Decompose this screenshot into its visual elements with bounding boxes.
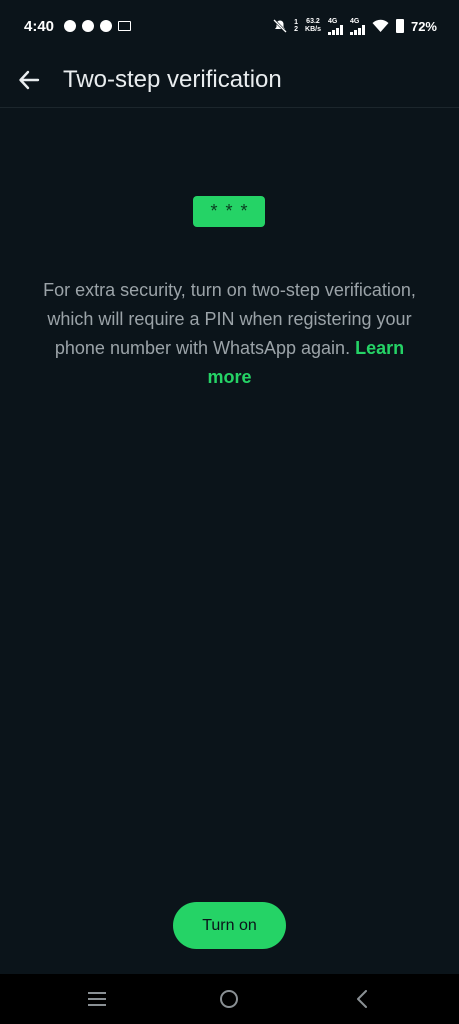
nav-home-button[interactable] xyxy=(204,974,254,1024)
wifi-icon xyxy=(372,19,389,32)
net-speed-value: 63.2 xyxy=(306,18,320,25)
call-sim-bottom: 2 xyxy=(294,26,299,33)
pin-illustration: *** xyxy=(193,196,265,227)
chat-notification-icon xyxy=(82,20,95,32)
wifi-call-indicator: 1 2 xyxy=(294,19,298,33)
nav-recents-button[interactable] xyxy=(72,974,122,1024)
sim2-signal: 4G xyxy=(349,17,365,35)
status-left: 4:40 xyxy=(24,17,132,35)
sim1-bars-icon xyxy=(327,24,343,35)
sim1-label: 4G xyxy=(327,17,338,25)
nav-back-button[interactable] xyxy=(337,974,387,1024)
messenger-notification-icon-2 xyxy=(100,20,113,32)
net-speed: 63.2 KB/s xyxy=(305,18,321,34)
description: For extra security, turn on two-step ver… xyxy=(40,276,419,392)
circle-icon xyxy=(220,990,238,1008)
battery-icon xyxy=(395,19,404,33)
sim2-label: 4G xyxy=(349,17,360,25)
app-bar: Two-step verification xyxy=(0,52,459,108)
system-nav-bar xyxy=(0,974,459,1024)
messenger-notification-icon xyxy=(64,20,77,32)
status-right: 1 2 63.2 KB/s 4G 4G 72% xyxy=(273,18,437,35)
mute-bell-icon xyxy=(273,19,287,33)
status-bar: 4:40 1 2 63.2 KB/s 4G 4G 72% xyxy=(0,0,459,52)
sim1-signal: 4G xyxy=(327,17,343,35)
turn-on-button[interactable]: Turn on xyxy=(173,902,286,949)
status-time: 4:40 xyxy=(24,17,55,35)
sim2-bars-icon xyxy=(349,24,365,35)
battery-percent: 72% xyxy=(410,18,437,34)
screen: 4:40 1 2 63.2 KB/s 4G 4G 72% Two-step ve… xyxy=(0,0,459,1024)
call-sim-top: 1 xyxy=(294,19,299,26)
chevron-left-icon xyxy=(357,990,367,1008)
arrow-left-icon xyxy=(19,70,40,89)
menu-lines-icon xyxy=(88,992,106,1006)
net-speed-unit: KB/s xyxy=(305,26,321,33)
back-button[interactable] xyxy=(9,60,49,100)
gmail-notification-icon xyxy=(118,21,132,31)
page-title: Two-step verification xyxy=(63,65,282,93)
